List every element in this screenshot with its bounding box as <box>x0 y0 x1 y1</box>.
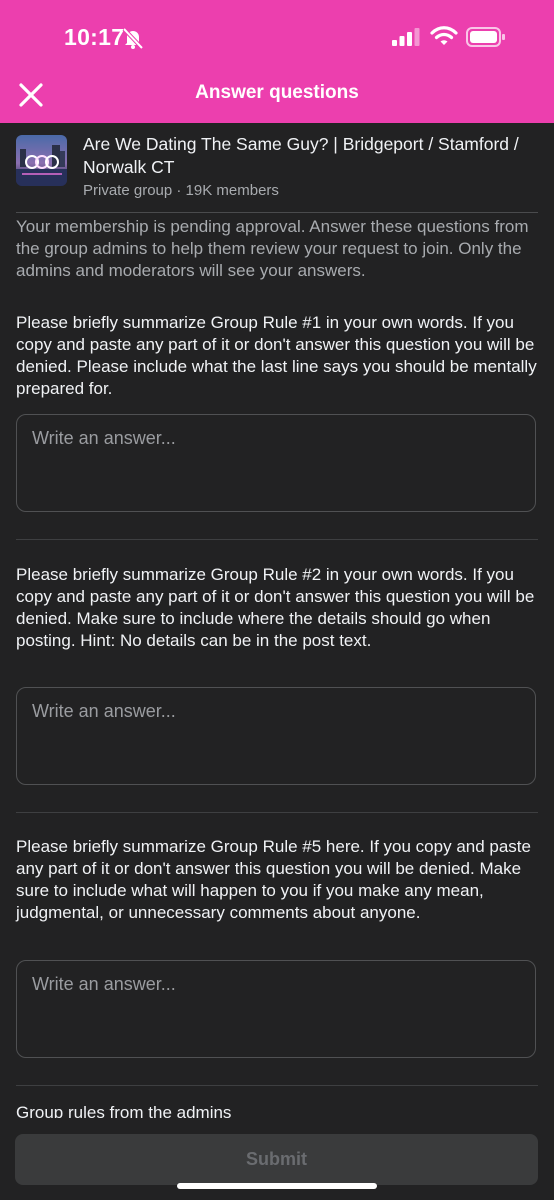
pending-approval-notice: Your membership is pending approval. Ans… <box>16 217 529 280</box>
group-meta: Private group · 19K members <box>83 182 279 199</box>
answer-2-input[interactable] <box>16 687 536 785</box>
status-time: 10:17 <box>64 24 125 50</box>
divider <box>16 1085 538 1086</box>
question-3-text: Please briefly summarize Group Rule #5 h… <box>16 837 531 922</box>
page-title: Answer questions <box>195 82 359 103</box>
submit-button[interactable]: Submit <box>15 1134 538 1185</box>
group-name[interactable]: Are We Dating The Same Guy? | Bridgeport… <box>83 133 523 179</box>
bell-slash-icon <box>122 27 144 50</box>
divider <box>16 539 538 540</box>
answer-3-input[interactable] <box>16 960 536 1058</box>
question-1-text: Please briefly summarize Group Rule #1 i… <box>16 313 537 398</box>
group-photo-image <box>16 135 67 186</box>
top-header: 10:17 Answer questions <box>0 0 554 123</box>
divider <box>16 812 538 813</box>
question-2-text: Please briefly summarize Group Rule #2 i… <box>16 565 535 650</box>
home-indicator[interactable] <box>177 1183 377 1189</box>
group-rules-heading: Group rules from the admins <box>16 1103 232 1118</box>
group-thumbnail[interactable] <box>16 135 67 186</box>
answer-1-input[interactable] <box>16 414 536 512</box>
divider <box>16 212 538 213</box>
signal-icon <box>392 28 420 46</box>
wifi-icon <box>430 26 458 45</box>
battery-icon <box>466 27 505 47</box>
